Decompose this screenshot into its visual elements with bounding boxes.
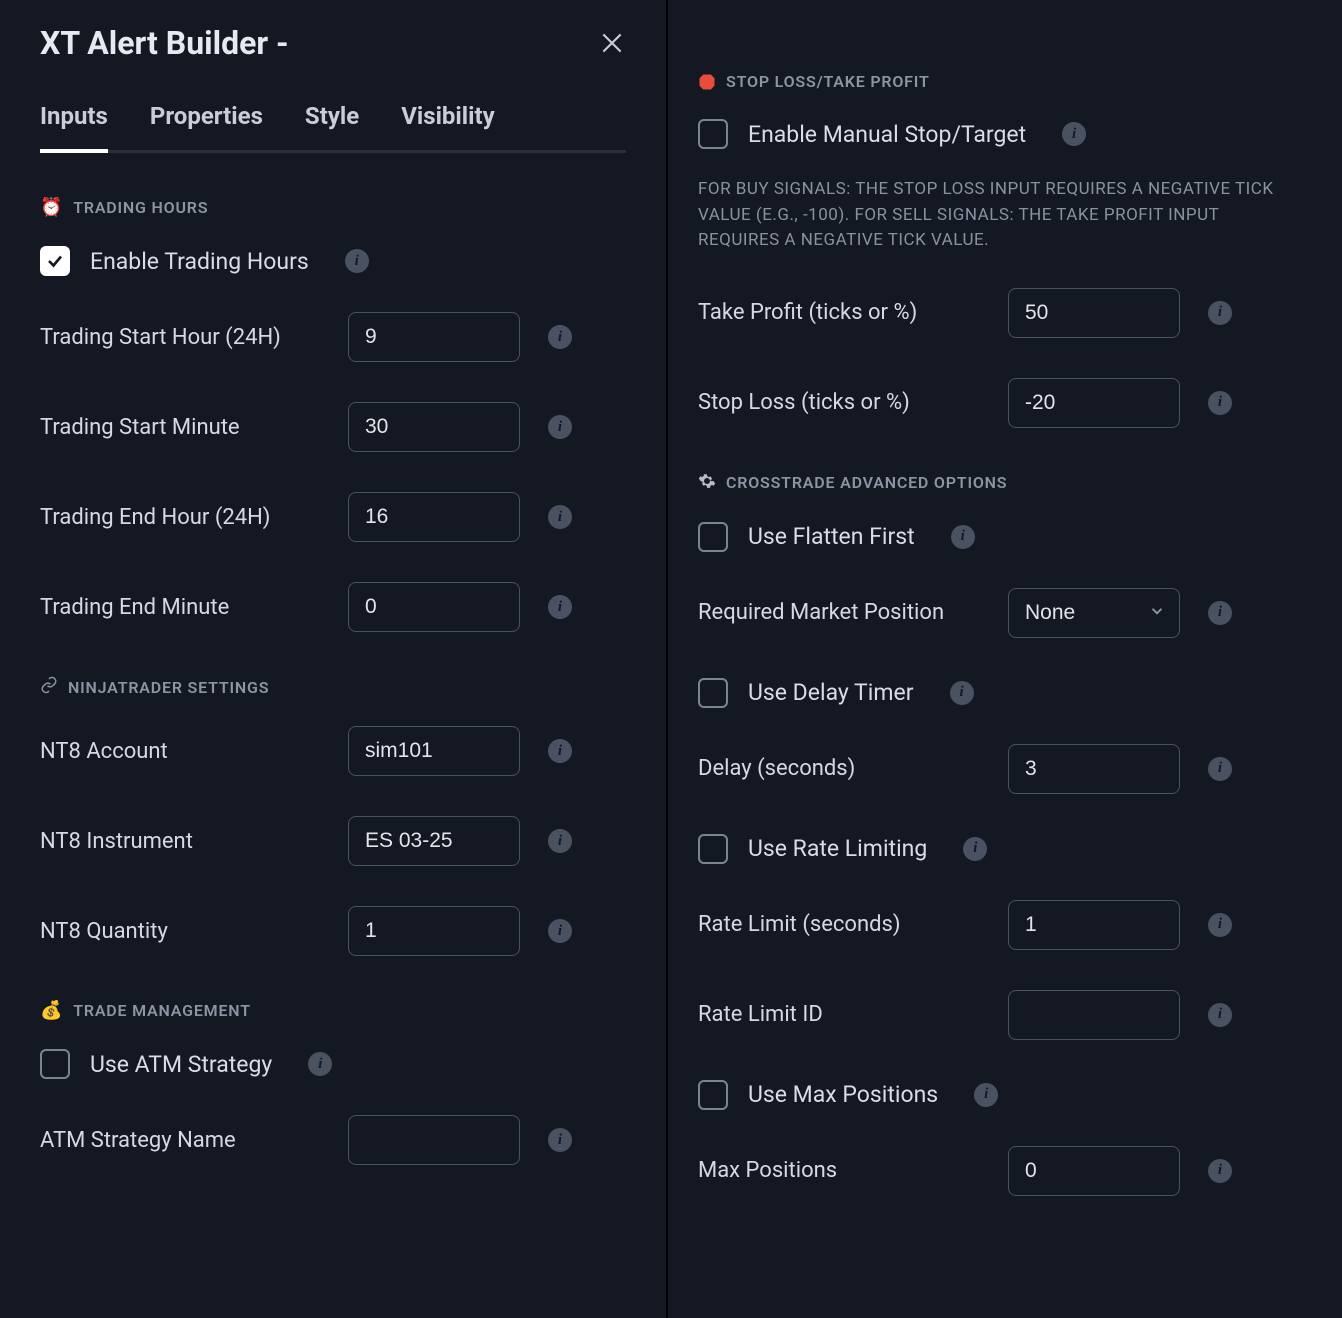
use-max-pos-checkbox[interactable] xyxy=(698,1080,728,1110)
use-atm-label: Use ATM Strategy xyxy=(90,1051,272,1078)
enable-manual-stop-checkbox[interactable] xyxy=(698,119,728,149)
link-icon xyxy=(40,676,58,698)
max-pos-label: Max Positions xyxy=(698,1158,1008,1183)
info-icon[interactable]: i xyxy=(548,325,572,349)
end-min-label: Trading End Minute xyxy=(40,595,348,620)
delay-sec-label: Delay (seconds) xyxy=(698,756,1008,781)
tab-properties[interactable]: Properties xyxy=(150,102,263,150)
info-icon[interactable]: i xyxy=(548,739,572,763)
use-max-pos-label: Use Max Positions xyxy=(748,1081,938,1108)
start-hour-label: Trading Start Hour (24H) xyxy=(40,325,348,350)
info-icon[interactable]: i xyxy=(974,1083,998,1107)
nt8-qty-label: NT8 Quantity xyxy=(40,919,348,944)
use-rate-limit-label: Use Rate Limiting xyxy=(748,835,927,862)
section-trade-mgmt: 💰 TRADE MANAGEMENT xyxy=(40,1000,626,1021)
nt8-instrument-label: NT8 Instrument xyxy=(40,829,348,854)
rate-limit-id-input[interactable] xyxy=(1008,990,1180,1040)
signal-hint-text: FOR BUY SIGNALS: THE STOP LOSS INPUT REQ… xyxy=(698,177,1302,254)
info-icon[interactable]: i xyxy=(1208,601,1232,625)
info-icon[interactable]: i xyxy=(1208,1003,1232,1027)
end-min-input[interactable] xyxy=(348,582,520,632)
nt8-instrument-input[interactable] xyxy=(348,816,520,866)
section-ninjatrader: NINJATRADER SETTINGS xyxy=(40,676,626,698)
moneybag-icon: 💰 xyxy=(40,1000,63,1021)
flatten-first-label: Use Flatten First xyxy=(748,523,915,550)
atm-name-input[interactable] xyxy=(348,1115,520,1165)
nt8-qty-input[interactable] xyxy=(348,906,520,956)
enable-trading-hours-label: Enable Trading Hours xyxy=(90,248,309,275)
section-trading-hours: ⏰ TRADING HOURS xyxy=(40,197,626,218)
tab-bar: Inputs Properties Style Visibility xyxy=(40,102,626,153)
delay-sec-input[interactable] xyxy=(1008,744,1180,794)
info-icon[interactable]: i xyxy=(548,1128,572,1152)
stop-loss-label: Stop Loss (ticks or %) xyxy=(698,390,1008,415)
left-panel: XT Alert Builder - Inputs Properties Sty… xyxy=(0,0,668,1318)
stop-icon xyxy=(698,73,716,91)
take-profit-label: Take Profit (ticks or %) xyxy=(698,300,1008,325)
info-icon[interactable]: i xyxy=(950,681,974,705)
right-panel: STOP LOSS/TAKE PROFIT Enable Manual Stop… xyxy=(668,0,1342,1318)
tab-style[interactable]: Style xyxy=(305,102,359,150)
flatten-first-checkbox[interactable] xyxy=(698,522,728,552)
nt8-account-label: NT8 Account xyxy=(40,739,348,764)
info-icon[interactable]: i xyxy=(1208,1159,1232,1183)
enable-manual-stop-label: Enable Manual Stop/Target xyxy=(748,121,1026,148)
info-icon[interactable]: i xyxy=(308,1052,332,1076)
rate-limit-id-label: Rate Limit ID xyxy=(698,1002,1008,1027)
start-min-input[interactable] xyxy=(348,402,520,452)
info-icon[interactable]: i xyxy=(548,505,572,529)
info-icon[interactable]: i xyxy=(1208,391,1232,415)
use-delay-checkbox[interactable] xyxy=(698,678,728,708)
use-rate-limit-checkbox[interactable] xyxy=(698,834,728,864)
section-crosstrade: CROSSTRADE ADVANCED OPTIONS xyxy=(698,472,1302,494)
info-icon[interactable]: i xyxy=(963,837,987,861)
info-icon[interactable]: i xyxy=(1208,757,1232,781)
use-atm-checkbox[interactable] xyxy=(40,1049,70,1079)
section-label: CROSSTRADE ADVANCED OPTIONS xyxy=(726,473,1007,492)
info-icon[interactable]: i xyxy=(1208,301,1232,325)
start-hour-input[interactable] xyxy=(348,312,520,362)
use-delay-label: Use Delay Timer xyxy=(748,679,914,706)
info-icon[interactable]: i xyxy=(345,249,369,273)
info-icon[interactable]: i xyxy=(548,595,572,619)
take-profit-input[interactable] xyxy=(1008,288,1180,338)
atm-name-label: ATM Strategy Name xyxy=(40,1128,348,1153)
dialog-title: XT Alert Builder - xyxy=(40,24,289,62)
info-icon[interactable]: i xyxy=(548,829,572,853)
start-min-label: Trading Start Minute xyxy=(40,415,348,440)
rate-limit-sec-label: Rate Limit (seconds) xyxy=(698,912,1008,937)
end-hour-label: Trading End Hour (24H) xyxy=(40,505,348,530)
tab-inputs[interactable]: Inputs xyxy=(40,102,108,150)
info-icon[interactable]: i xyxy=(548,919,572,943)
end-hour-input[interactable] xyxy=(348,492,520,542)
section-label: NINJATRADER SETTINGS xyxy=(68,678,269,697)
dialog-header: XT Alert Builder - xyxy=(40,24,626,62)
section-label: TRADE MANAGEMENT xyxy=(73,1001,251,1020)
info-icon[interactable]: i xyxy=(951,525,975,549)
close-icon[interactable] xyxy=(598,29,626,57)
section-label: TRADING HOURS xyxy=(73,198,208,217)
req-market-pos-label: Required Market Position xyxy=(698,600,1008,625)
clock-icon: ⏰ xyxy=(40,197,63,218)
gear-icon xyxy=(698,472,716,494)
req-market-pos-select[interactable]: None xyxy=(1008,588,1180,638)
section-label: STOP LOSS/TAKE PROFIT xyxy=(726,72,930,91)
enable-trading-hours-checkbox[interactable] xyxy=(40,246,70,276)
info-icon[interactable]: i xyxy=(1208,913,1232,937)
nt8-account-input[interactable] xyxy=(348,726,520,776)
info-icon[interactable]: i xyxy=(548,415,572,439)
info-icon[interactable]: i xyxy=(1062,122,1086,146)
stop-loss-input[interactable] xyxy=(1008,378,1180,428)
tab-visibility[interactable]: Visibility xyxy=(401,102,494,150)
max-pos-input[interactable] xyxy=(1008,1146,1180,1196)
rate-limit-sec-input[interactable] xyxy=(1008,900,1180,950)
section-stop-loss: STOP LOSS/TAKE PROFIT xyxy=(698,72,1302,91)
